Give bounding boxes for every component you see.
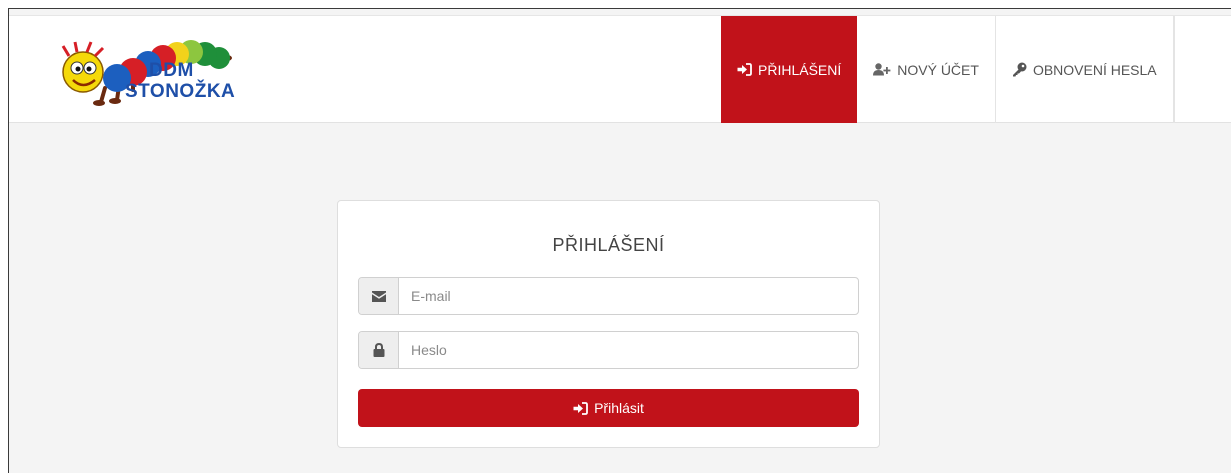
app-frame: DDM STONOŽKA PŘIHLÁŠENÍ NOVÝ ÚČET OBNOVE… xyxy=(8,8,1231,473)
nav-new-account[interactable]: NOVÝ ÚČET xyxy=(857,16,996,123)
lock-icon xyxy=(359,332,399,368)
nav-new-account-label: NOVÝ ÚČET xyxy=(897,61,979,78)
logo-text-name: STONOŽKA xyxy=(125,81,236,102)
main-nav: PŘIHLÁŠENÍ NOVÝ ÚČET OBNOVENÍ HESLA xyxy=(721,16,1175,123)
nav-login[interactable]: PŘIHLÁŠENÍ xyxy=(721,16,858,123)
sign-in-icon xyxy=(573,401,588,415)
top-navbar: DDM STONOŽKA PŘIHLÁŠENÍ NOVÝ ÚČET OBNOVE… xyxy=(9,15,1231,123)
nav-login-label: PŘIHLÁŠENÍ xyxy=(758,61,842,78)
envelope-icon xyxy=(359,278,399,314)
password-input-group xyxy=(358,331,859,369)
login-card: PŘIHLÁŠENÍ E-mail Přihlásit xyxy=(337,200,880,448)
nav-divider xyxy=(1173,16,1175,123)
login-submit-button[interactable]: Přihlásit xyxy=(358,389,859,427)
email-input[interactable] xyxy=(399,278,858,314)
logo-text-ddm: DDM xyxy=(149,60,194,81)
password-input[interactable] xyxy=(399,332,858,368)
key-icon xyxy=(1012,62,1027,77)
sign-in-icon xyxy=(737,63,752,76)
nav-password-reset[interactable]: OBNOVENÍ HESLA xyxy=(996,16,1174,123)
nav-password-reset-label: OBNOVENÍ HESLA xyxy=(1032,61,1157,78)
user-plus-icon xyxy=(873,63,891,76)
login-title: PŘIHLÁŠENÍ xyxy=(552,235,665,255)
email-input-group xyxy=(358,277,859,315)
logo[interactable]: DDM STONOŽKA xyxy=(47,30,237,110)
login-submit-label: Přihlásit xyxy=(594,400,644,416)
